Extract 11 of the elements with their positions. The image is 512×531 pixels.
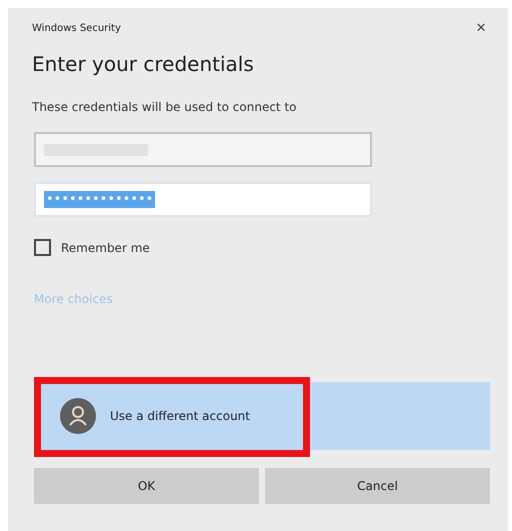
username-field[interactable] — [34, 132, 372, 167]
cancel-button[interactable]: Cancel — [265, 468, 490, 504]
checkbox-label: Remember me — [61, 240, 150, 254]
user-icon — [60, 398, 96, 434]
dialog-heading: Enter your credentials — [32, 52, 255, 76]
remember-checkbox[interactable] — [34, 239, 51, 256]
window-title: Windows Security — [32, 22, 121, 34]
account-option-label: Use a different account — [110, 409, 250, 423]
description-text: These credentials will be used to connect to — [32, 100, 298, 114]
ok-button[interactable]: OK — [34, 468, 259, 504]
close-button[interactable]: × — [472, 18, 490, 38]
